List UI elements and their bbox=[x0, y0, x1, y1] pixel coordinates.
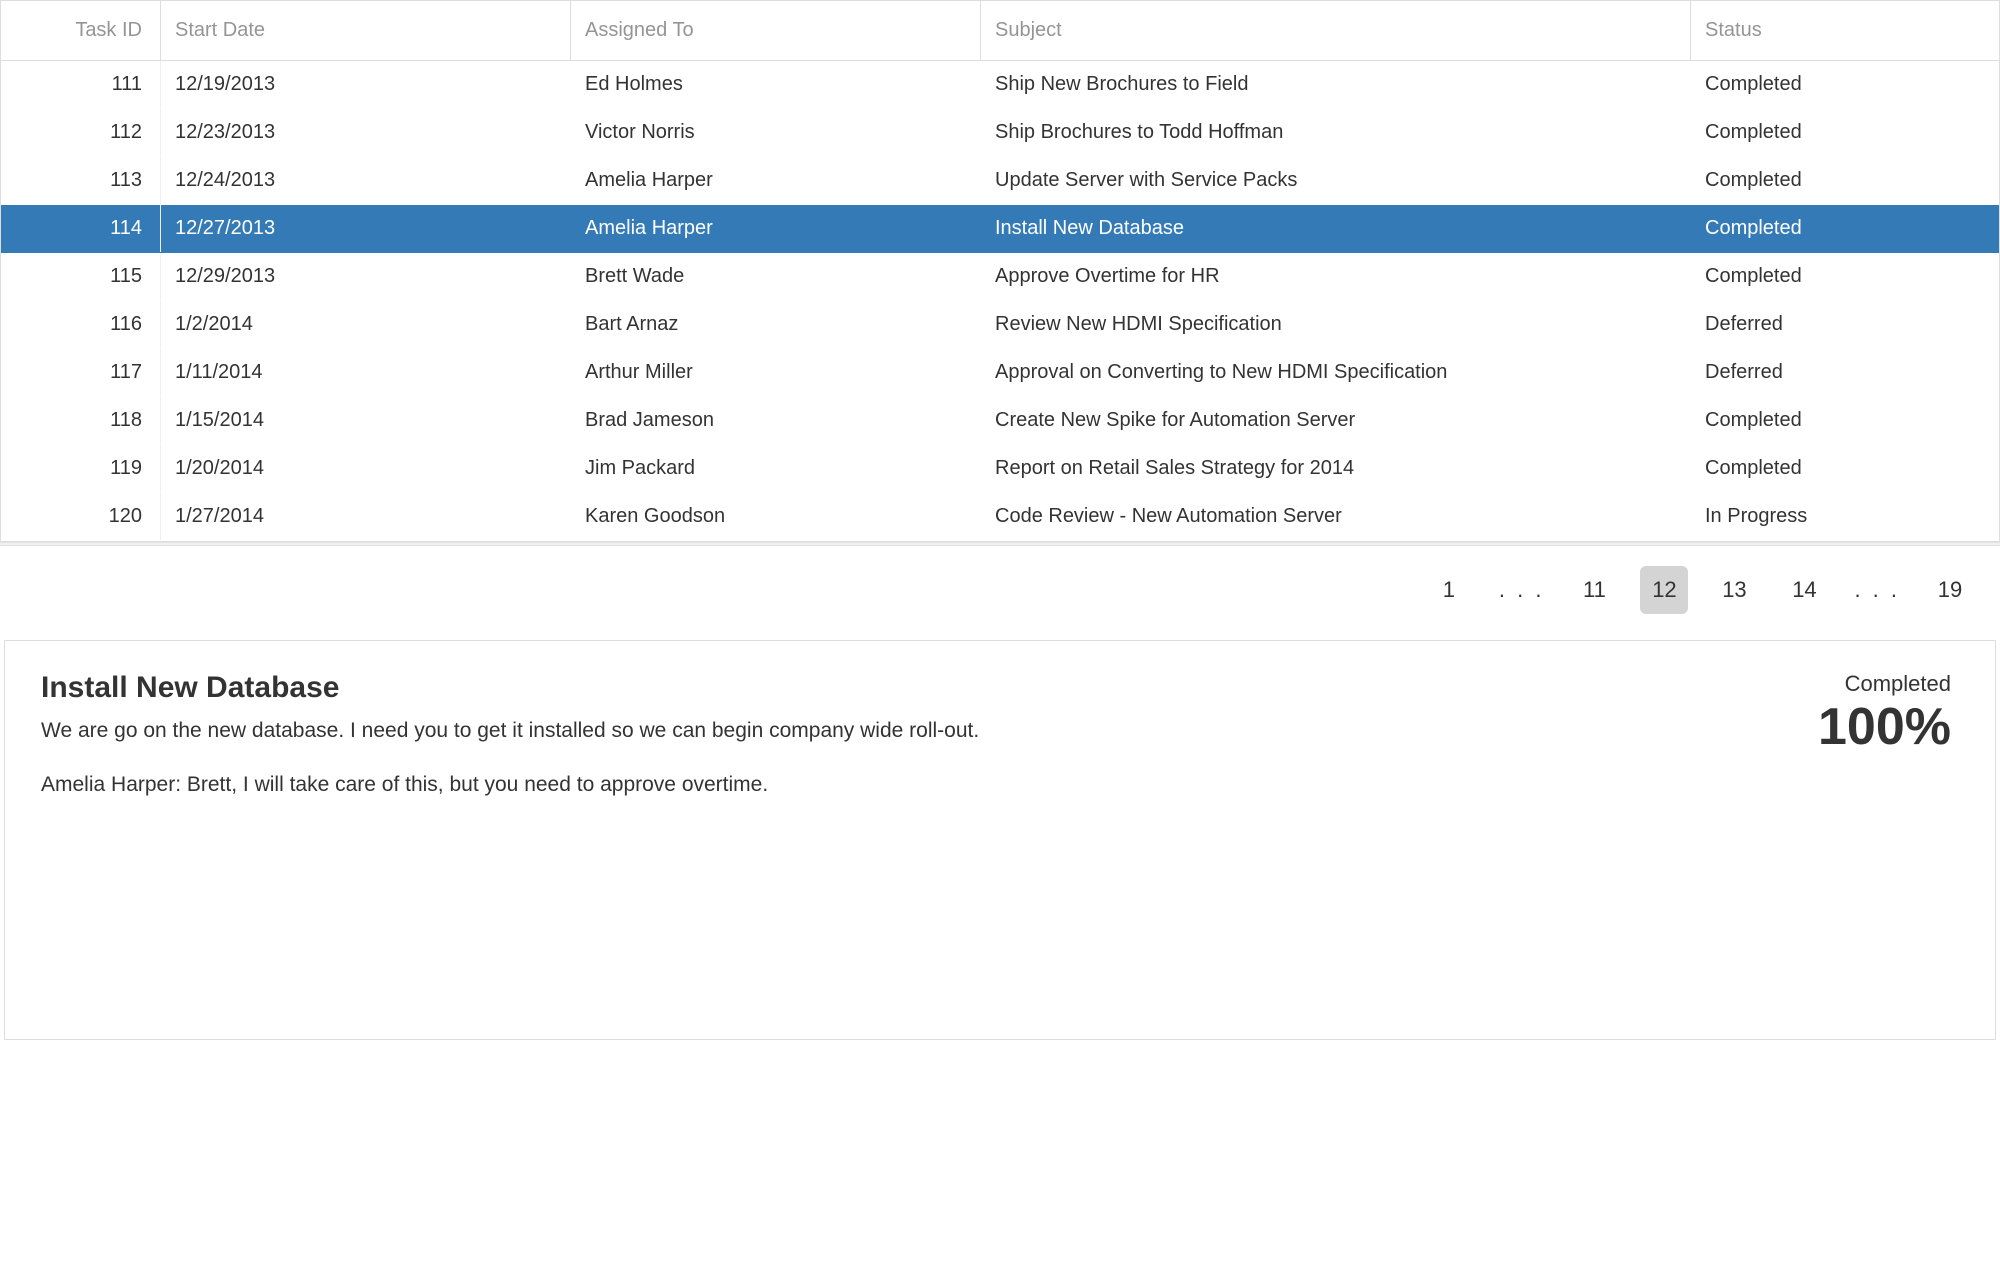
cell-assigned: Victor Norris bbox=[571, 109, 981, 156]
table-row[interactable]: 11112/19/2013Ed HolmesShip New Brochures… bbox=[1, 61, 1999, 109]
cell-assigned: Brad Jameson bbox=[571, 397, 981, 444]
cell-assigned: Brett Wade bbox=[571, 253, 981, 300]
detail-progress: Completed 100% bbox=[1818, 671, 1951, 753]
cell-status: Completed bbox=[1691, 253, 1996, 300]
cell-task-id: 112 bbox=[1, 109, 161, 156]
cell-status: Completed bbox=[1691, 157, 1996, 204]
cell-assigned: Jim Packard bbox=[571, 445, 981, 492]
cell-status: In Progress bbox=[1691, 493, 1996, 540]
task-grid: Task ID Start Date Assigned To Subject S… bbox=[0, 0, 2000, 542]
cell-status: Completed bbox=[1691, 205, 1996, 252]
cell-assigned: Karen Goodson bbox=[571, 493, 981, 540]
cell-status: Deferred bbox=[1691, 349, 1996, 396]
cell-subject: Report on Retail Sales Strategy for 2014 bbox=[981, 445, 1691, 492]
table-row[interactable]: 1181/15/2014Brad JamesonCreate New Spike… bbox=[1, 397, 1999, 445]
cell-status: Completed bbox=[1691, 397, 1996, 444]
cell-assigned: Bart Arnaz bbox=[571, 301, 981, 348]
cell-task-id: 117 bbox=[1, 349, 161, 396]
pager-page[interactable]: 14 bbox=[1780, 566, 1828, 614]
col-header-status[interactable]: Status bbox=[1691, 1, 1996, 60]
col-header-task-id[interactable]: Task ID bbox=[1, 1, 161, 60]
cell-start-date: 1/20/2014 bbox=[161, 445, 571, 492]
table-row[interactable]: 11312/24/2013Amelia HarperUpdate Server … bbox=[1, 157, 1999, 205]
detail-title: Install New Database bbox=[41, 671, 1959, 705]
pager-page[interactable]: 11 bbox=[1570, 566, 1618, 614]
cell-status: Deferred bbox=[1691, 301, 1996, 348]
pager-page[interactable]: 19 bbox=[1926, 566, 1974, 614]
task-detail-panel: Install New Database We are go on the ne… bbox=[4, 640, 1996, 1040]
pager-page[interactable]: 1 bbox=[1425, 566, 1473, 614]
cell-start-date: 1/2/2014 bbox=[161, 301, 571, 348]
table-row[interactable]: 11212/23/2013Victor NorrisShip Brochures… bbox=[1, 109, 1999, 157]
table-row[interactable]: 1171/11/2014Arthur MillerApproval on Con… bbox=[1, 349, 1999, 397]
cell-assigned: Ed Holmes bbox=[571, 61, 981, 108]
cell-task-id: 111 bbox=[1, 61, 161, 108]
detail-body: We are go on the new database. I need yo… bbox=[41, 717, 1959, 745]
cell-subject: Approve Overtime for HR bbox=[981, 253, 1691, 300]
cell-start-date: 1/27/2014 bbox=[161, 493, 571, 540]
col-header-start-date[interactable]: Start Date bbox=[161, 1, 571, 60]
cell-start-date: 1/11/2014 bbox=[161, 349, 571, 396]
table-row[interactable]: 1191/20/2014Jim PackardReport on Retail … bbox=[1, 445, 1999, 493]
cell-subject: Approval on Converting to New HDMI Speci… bbox=[981, 349, 1691, 396]
pager-ellipsis[interactable]: . . . bbox=[1495, 577, 1549, 603]
pager: 1 . . . 11 12 13 14 . . . 19 bbox=[0, 546, 2000, 634]
col-header-assigned[interactable]: Assigned To bbox=[571, 1, 981, 60]
detail-comment: Amelia Harper: Brett, I will take care o… bbox=[41, 773, 1959, 797]
cell-subject: Review New HDMI Specification bbox=[981, 301, 1691, 348]
cell-subject: Create New Spike for Automation Server bbox=[981, 397, 1691, 444]
cell-task-id: 114 bbox=[1, 205, 161, 252]
cell-assigned: Amelia Harper bbox=[571, 205, 981, 252]
cell-start-date: 12/19/2013 bbox=[161, 61, 571, 108]
grid-header-row: Task ID Start Date Assigned To Subject S… bbox=[1, 1, 1999, 61]
cell-task-id: 118 bbox=[1, 397, 161, 444]
cell-task-id: 115 bbox=[1, 253, 161, 300]
cell-subject: Ship Brochures to Todd Hoffman bbox=[981, 109, 1691, 156]
pager-ellipsis[interactable]: . . . bbox=[1850, 577, 1904, 603]
detail-progress-pct: 100% bbox=[1818, 701, 1951, 753]
cell-start-date: 1/15/2014 bbox=[161, 397, 571, 444]
cell-status: Completed bbox=[1691, 445, 1996, 492]
cell-status: Completed bbox=[1691, 109, 1996, 156]
cell-task-id: 120 bbox=[1, 493, 161, 540]
grid-body: 11112/19/2013Ed HolmesShip New Brochures… bbox=[1, 61, 1999, 541]
pager-page[interactable]: 12 bbox=[1640, 566, 1688, 614]
cell-start-date: 12/27/2013 bbox=[161, 205, 571, 252]
cell-task-id: 119 bbox=[1, 445, 161, 492]
pager-page[interactable]: 13 bbox=[1710, 566, 1758, 614]
cell-task-id: 116 bbox=[1, 301, 161, 348]
cell-subject: Ship New Brochures to Field bbox=[981, 61, 1691, 108]
cell-subject: Code Review - New Automation Server bbox=[981, 493, 1691, 540]
cell-status: Completed bbox=[1691, 61, 1996, 108]
detail-progress-status: Completed bbox=[1818, 671, 1951, 697]
table-row[interactable]: 11512/29/2013Brett WadeApprove Overtime … bbox=[1, 253, 1999, 301]
cell-task-id: 113 bbox=[1, 157, 161, 204]
table-row[interactable]: 1161/2/2014Bart ArnazReview New HDMI Spe… bbox=[1, 301, 1999, 349]
cell-assigned: Amelia Harper bbox=[571, 157, 981, 204]
table-row[interactable]: 11412/27/2013Amelia HarperInstall New Da… bbox=[1, 205, 1999, 253]
cell-start-date: 12/29/2013 bbox=[161, 253, 571, 300]
col-header-subject[interactable]: Subject bbox=[981, 1, 1691, 60]
cell-subject: Install New Database bbox=[981, 205, 1691, 252]
table-row[interactable]: 1201/27/2014Karen GoodsonCode Review - N… bbox=[1, 493, 1999, 541]
cell-subject: Update Server with Service Packs bbox=[981, 157, 1691, 204]
cell-assigned: Arthur Miller bbox=[571, 349, 981, 396]
cell-start-date: 12/24/2013 bbox=[161, 157, 571, 204]
cell-start-date: 12/23/2013 bbox=[161, 109, 571, 156]
